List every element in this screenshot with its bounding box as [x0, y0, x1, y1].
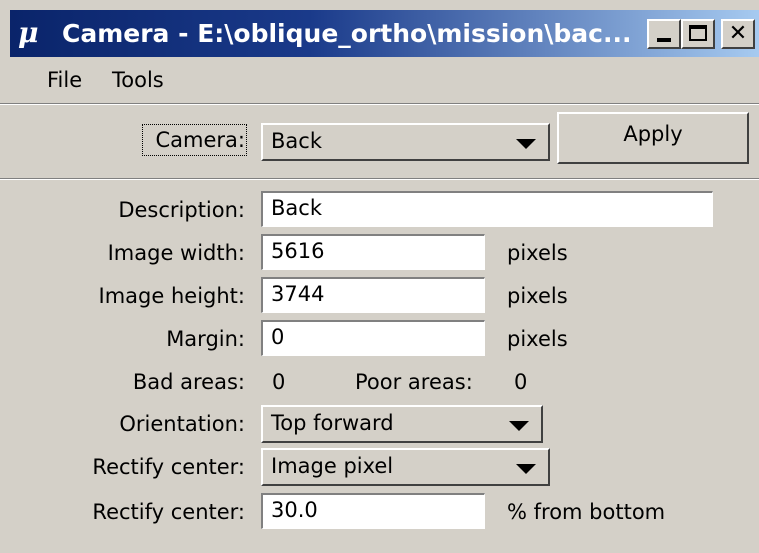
image-width-label: Image width:: [107, 241, 245, 265]
rectify-center-select-value: Image pixel: [271, 454, 394, 478]
image-height-label: Image height:: [98, 284, 245, 308]
image-height-field[interactable]: 3744: [261, 277, 485, 313]
apply-button[interactable]: Apply: [557, 112, 749, 164]
window-title: Camera - E:\oblique_ortho\mission\bac...: [62, 19, 632, 48]
orientation-label: Orientation:: [119, 412, 245, 436]
description-field[interactable]: Back: [261, 191, 713, 227]
orientation-select-value: Top forward: [271, 411, 394, 435]
bad-areas-label: Bad areas:: [132, 370, 245, 394]
margin-label: Margin:: [166, 327, 245, 351]
separator: [0, 103, 759, 105]
description-label: Description:: [118, 198, 245, 222]
rectify-center-select[interactable]: Image pixel: [261, 448, 550, 486]
rectify-center-label: Rectify center:: [92, 455, 245, 479]
image-width-unit: pixels: [507, 241, 568, 265]
menu-tools[interactable]: Tools: [112, 66, 164, 94]
camera-select-value: Back: [271, 129, 322, 153]
menu-file[interactable]: File: [47, 66, 82, 94]
rectify-center-percent-label: Rectify center:: [92, 500, 245, 524]
image-width-field[interactable]: 5616: [261, 234, 485, 270]
minimize-icon: [657, 38, 671, 42]
rectify-center-percent-field[interactable]: 30.0: [261, 493, 485, 529]
app-icon: μ: [18, 16, 39, 49]
camera-select[interactable]: Back: [261, 123, 550, 161]
poor-areas-value: 0: [514, 370, 528, 394]
poor-areas-label: Poor areas:: [355, 370, 473, 394]
bad-areas-value: 0: [272, 370, 286, 394]
minimize-button[interactable]: [647, 19, 681, 49]
margin-field[interactable]: 0: [261, 320, 485, 356]
rectify-center-unit: % from bottom: [507, 500, 666, 524]
close-icon: ✕: [728, 21, 748, 46]
maximize-icon: [689, 25, 707, 41]
margin-unit: pixels: [507, 327, 568, 351]
chevron-down-icon: [516, 464, 536, 474]
image-height-unit: pixels: [507, 284, 568, 308]
camera-label: Camera:: [142, 124, 247, 156]
chevron-down-icon: [509, 421, 529, 431]
separator: [0, 178, 759, 180]
close-button[interactable]: ✕: [721, 19, 755, 49]
maximize-button[interactable]: [681, 19, 715, 49]
chevron-down-icon: [516, 139, 536, 149]
orientation-select[interactable]: Top forward: [261, 405, 543, 443]
